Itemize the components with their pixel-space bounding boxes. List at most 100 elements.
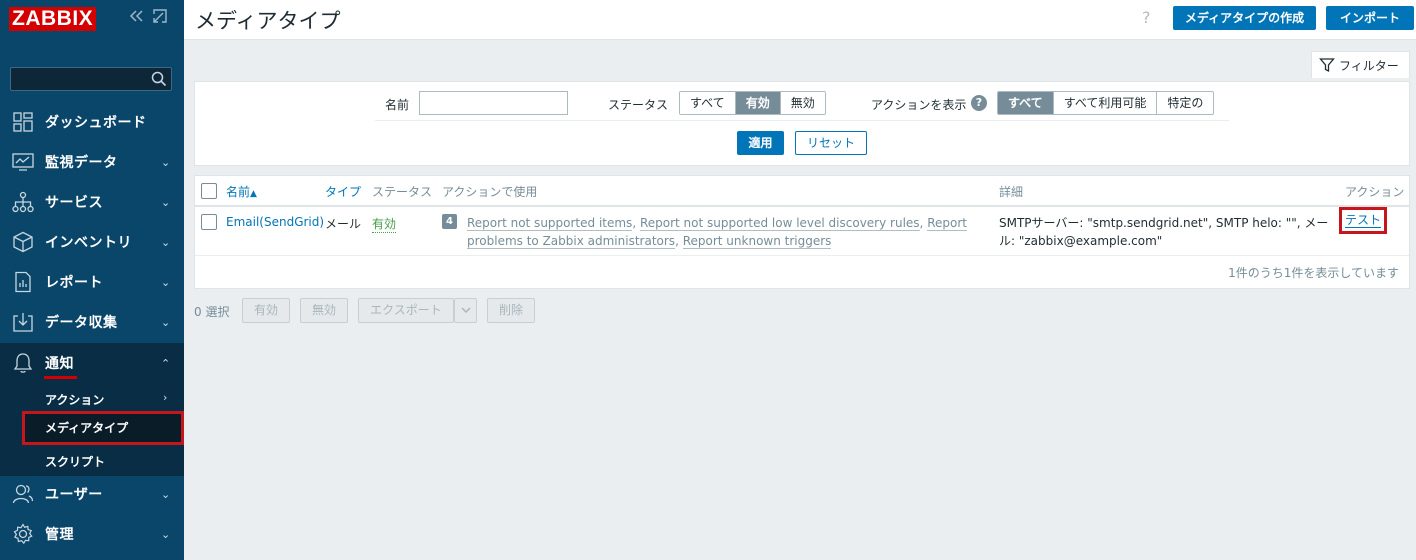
column-header-name-label: 名前: [226, 185, 251, 199]
action-option-all-available[interactable]: すべて利用可能: [1053, 92, 1158, 114]
status-toggle-link[interactable]: 有効: [372, 215, 397, 233]
chevron-down-icon: ⌄: [161, 315, 171, 329]
media-types-table: 名前▲ タイプ ステータス アクションで使用 詳細 アクション Email(Se…: [194, 175, 1410, 289]
column-header-details: 詳細: [999, 185, 1024, 199]
search-icon: [151, 71, 167, 90]
submenu-item-label: アクション: [45, 393, 105, 407]
chevron-down-icon: ⌄: [161, 155, 171, 169]
action-link[interactable]: Report unknown triggers: [682, 234, 832, 249]
sidebar-item-label: 監視データ: [45, 155, 118, 171]
sidebar-item-label: ユーザー: [45, 487, 103, 503]
used-in-actions-list: Report not supported items, Report not s…: [467, 216, 967, 249]
action-count-badge: 4: [442, 214, 457, 229]
sidebar-search-input[interactable]: [10, 67, 172, 91]
bulk-enable-button[interactable]: 有効: [242, 298, 290, 323]
action-link[interactable]: Report not supported items: [467, 216, 633, 231]
status-option-enabled[interactable]: 有効: [735, 92, 781, 114]
sidebar-item-users[interactable]: ユーザー ⌄: [0, 474, 184, 514]
sidebar-item-label: サービス: [45, 195, 103, 211]
sidebar-item-inventory[interactable]: インベントリ ⌄: [0, 222, 184, 262]
sidebar-item-label: データ収集: [45, 315, 118, 331]
data-collection-icon: [12, 311, 34, 333]
sidebar-item-label: 通知: [44, 353, 77, 379]
sidebar-item-label: ダッシュボード: [45, 115, 147, 131]
export-dropdown-toggle[interactable]: [454, 298, 477, 323]
sidebar-item-dashboards[interactable]: ダッシュボード: [0, 102, 184, 142]
users-icon: [12, 483, 34, 505]
column-header-name[interactable]: 名前▲: [226, 183, 257, 200]
sidebar: ZABBIX ダッシュボード 監視データ ⌄ サービス ⌄ インベントリ ⌄ レ…: [0, 0, 184, 560]
filter-tab-label: フィルター: [1339, 59, 1399, 73]
help-icon[interactable]: ?: [971, 95, 987, 111]
sidebar-item-administration[interactable]: 管理 ⌄: [0, 514, 184, 554]
test-link-highlight[interactable]: テスト: [1339, 207, 1387, 234]
sidebar-item-alerts[interactable]: 通知 ⌃: [0, 343, 184, 383]
sort-asc-icon: ▲: [250, 189, 257, 199]
selected-count: 0 選択: [194, 305, 230, 319]
column-header-status: ステータス: [372, 185, 433, 199]
services-icon: [12, 191, 34, 213]
chevron-down-icon: ⌄: [161, 275, 171, 289]
action-option-specific[interactable]: 特定の: [1157, 92, 1214, 114]
chevron-down-icon: ⌄: [161, 235, 171, 249]
filter-tab[interactable]: フィルター: [1311, 51, 1410, 78]
gear-icon: [12, 523, 34, 545]
double-chevron-left-icon[interactable]: [128, 8, 144, 29]
filter-panel: 名前 ステータス すべて 有効 無効 アクションを表示 ? すべて すべて利用可…: [194, 81, 1410, 166]
filter-divider: [375, 120, 1229, 121]
monitoring-icon: [12, 151, 34, 173]
apply-button[interactable]: 適用: [737, 131, 784, 155]
sidebar-item-reports[interactable]: レポート ⌄: [0, 262, 184, 302]
submenu-item-actions[interactable]: アクション ›: [22, 383, 184, 414]
page-header: メディアタイプ ? メディアタイプの作成 インポート: [184, 0, 1416, 40]
chevron-up-icon: ⌃: [161, 356, 171, 370]
column-header-type[interactable]: タイプ: [325, 183, 361, 200]
action-link[interactable]: Report not supported low level discovery…: [639, 216, 920, 231]
inventory-icon: [12, 231, 34, 253]
submenu-item-label: メディアタイプ: [45, 421, 129, 435]
sidebar-item-monitoring[interactable]: 監視データ ⌄: [0, 142, 184, 182]
create-media-type-button[interactable]: メディアタイプの作成: [1173, 6, 1316, 30]
submenu-item-media-types[interactable]: メディアタイプ: [22, 411, 184, 445]
sidebar-item-services[interactable]: サービス ⌄: [0, 182, 184, 222]
filter-status-label: ステータス: [608, 98, 669, 112]
help-icon[interactable]: ?: [1142, 8, 1151, 27]
sidebar-item-label: 管理: [45, 527, 74, 543]
zabbix-logo[interactable]: ZABBIX: [9, 7, 97, 31]
column-header-actions: アクション: [1345, 185, 1405, 199]
actions-radio-group: すべて すべて利用可能 特定の: [997, 91, 1215, 115]
action-option-all[interactable]: すべて: [998, 92, 1054, 114]
table-header-divider: [195, 205, 1409, 207]
sidebar-item-label: レポート: [45, 275, 103, 291]
bell-icon: [12, 352, 34, 374]
media-type-details: SMTPサーバー: "smtp.sendgrid.net", SMTP helo…: [999, 216, 1329, 248]
test-link[interactable]: テスト: [1345, 213, 1382, 228]
chevron-down-icon: [460, 304, 472, 318]
filter-action-label: アクションを表示: [871, 98, 967, 112]
row-checkbox[interactable]: [201, 214, 217, 230]
import-button[interactable]: インポート: [1326, 6, 1414, 30]
reports-icon: [12, 271, 34, 293]
column-header-used-in-actions: アクションで使用: [442, 185, 538, 199]
page-title: メディアタイプ: [195, 9, 341, 33]
status-radio-group: すべて 有効 無効: [679, 91, 826, 115]
expand-icon[interactable]: [152, 8, 168, 29]
filter-name-input[interactable]: [419, 91, 568, 115]
submenu-item-label: スクリプト: [45, 455, 106, 469]
media-type-name-link[interactable]: Email(SendGrid): [226, 215, 324, 229]
bulk-delete-button[interactable]: 削除: [487, 298, 535, 323]
dashboard-icon: [12, 111, 34, 133]
select-all-checkbox[interactable]: [201, 183, 217, 199]
sidebar-item-data-collection[interactable]: データ収集 ⌄: [0, 302, 184, 342]
submenu-item-scripts[interactable]: スクリプト: [22, 445, 184, 476]
bulk-disable-button[interactable]: 無効: [300, 298, 348, 323]
paging-info: 1件のうち1件を表示しています: [1228, 266, 1399, 280]
chevron-down-icon: ⌄: [161, 487, 171, 501]
status-option-all[interactable]: すべて: [680, 92, 736, 114]
media-type-type: メール: [325, 217, 362, 231]
chevron-right-icon: ›: [163, 391, 168, 404]
status-option-disabled[interactable]: 無効: [780, 92, 825, 114]
table-row-divider: [195, 255, 1409, 256]
bulk-export-button[interactable]: エクスポート: [358, 298, 454, 323]
reset-button[interactable]: リセット: [795, 131, 867, 155]
